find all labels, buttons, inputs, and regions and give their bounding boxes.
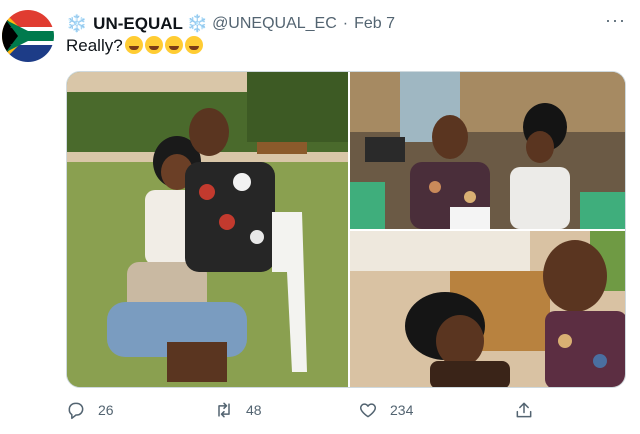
photo-image [350,72,625,229]
display-name[interactable]: UN-EQUAL [93,14,183,34]
separator-dot: · [342,15,349,32]
tweet-text-content: Really? [66,36,123,55]
media-grid [66,71,626,388]
photo-couple-outdoors[interactable] [67,72,348,387]
photo-image [350,231,625,387]
tweet-text: Really? [66,36,203,56]
retweet-button[interactable]: 48 [214,400,262,420]
like-button[interactable]: 234 [358,400,413,420]
reply-count: 26 [98,402,114,418]
like-count: 234 [390,402,414,418]
reply-button[interactable]: 26 [66,400,114,420]
handle[interactable]: @UNEQUAL_EC [212,15,337,33]
tweet-actions: 26 48 234 [66,400,546,424]
reply-icon [68,402,84,420]
laughing-emoji-icon [184,36,203,54]
retweet-icon [218,402,230,418]
heart-icon [359,403,377,418]
share-button[interactable] [514,400,546,420]
photo-image [67,72,348,387]
share-icon [516,402,532,418]
snowflake-icon: ❄️ [66,14,88,33]
tweet-header: ❄️ UN-EQUAL ❄️ @UNEQUAL_EC · Feb 7 [66,12,395,36]
retweet-count: 48 [246,402,262,418]
more-options-icon[interactable]: ··· [605,10,626,31]
laughing-emoji-icon [144,36,163,54]
photo-couple-closeup[interactable] [350,231,625,387]
laughing-emoji-icon [124,36,143,54]
tweet-date[interactable]: Feb 7 [354,15,395,33]
south-africa-flag-avatar [2,10,54,62]
tweet-card[interactable]: ❄️ UN-EQUAL ❄️ @UNEQUAL_EC · Feb 7 ··· R… [0,0,640,434]
photo-couple-cafe[interactable] [350,72,625,229]
avatar[interactable] [2,10,54,62]
laughing-emoji-icon [164,36,183,54]
snowflake-icon: ❄️ [186,14,209,33]
